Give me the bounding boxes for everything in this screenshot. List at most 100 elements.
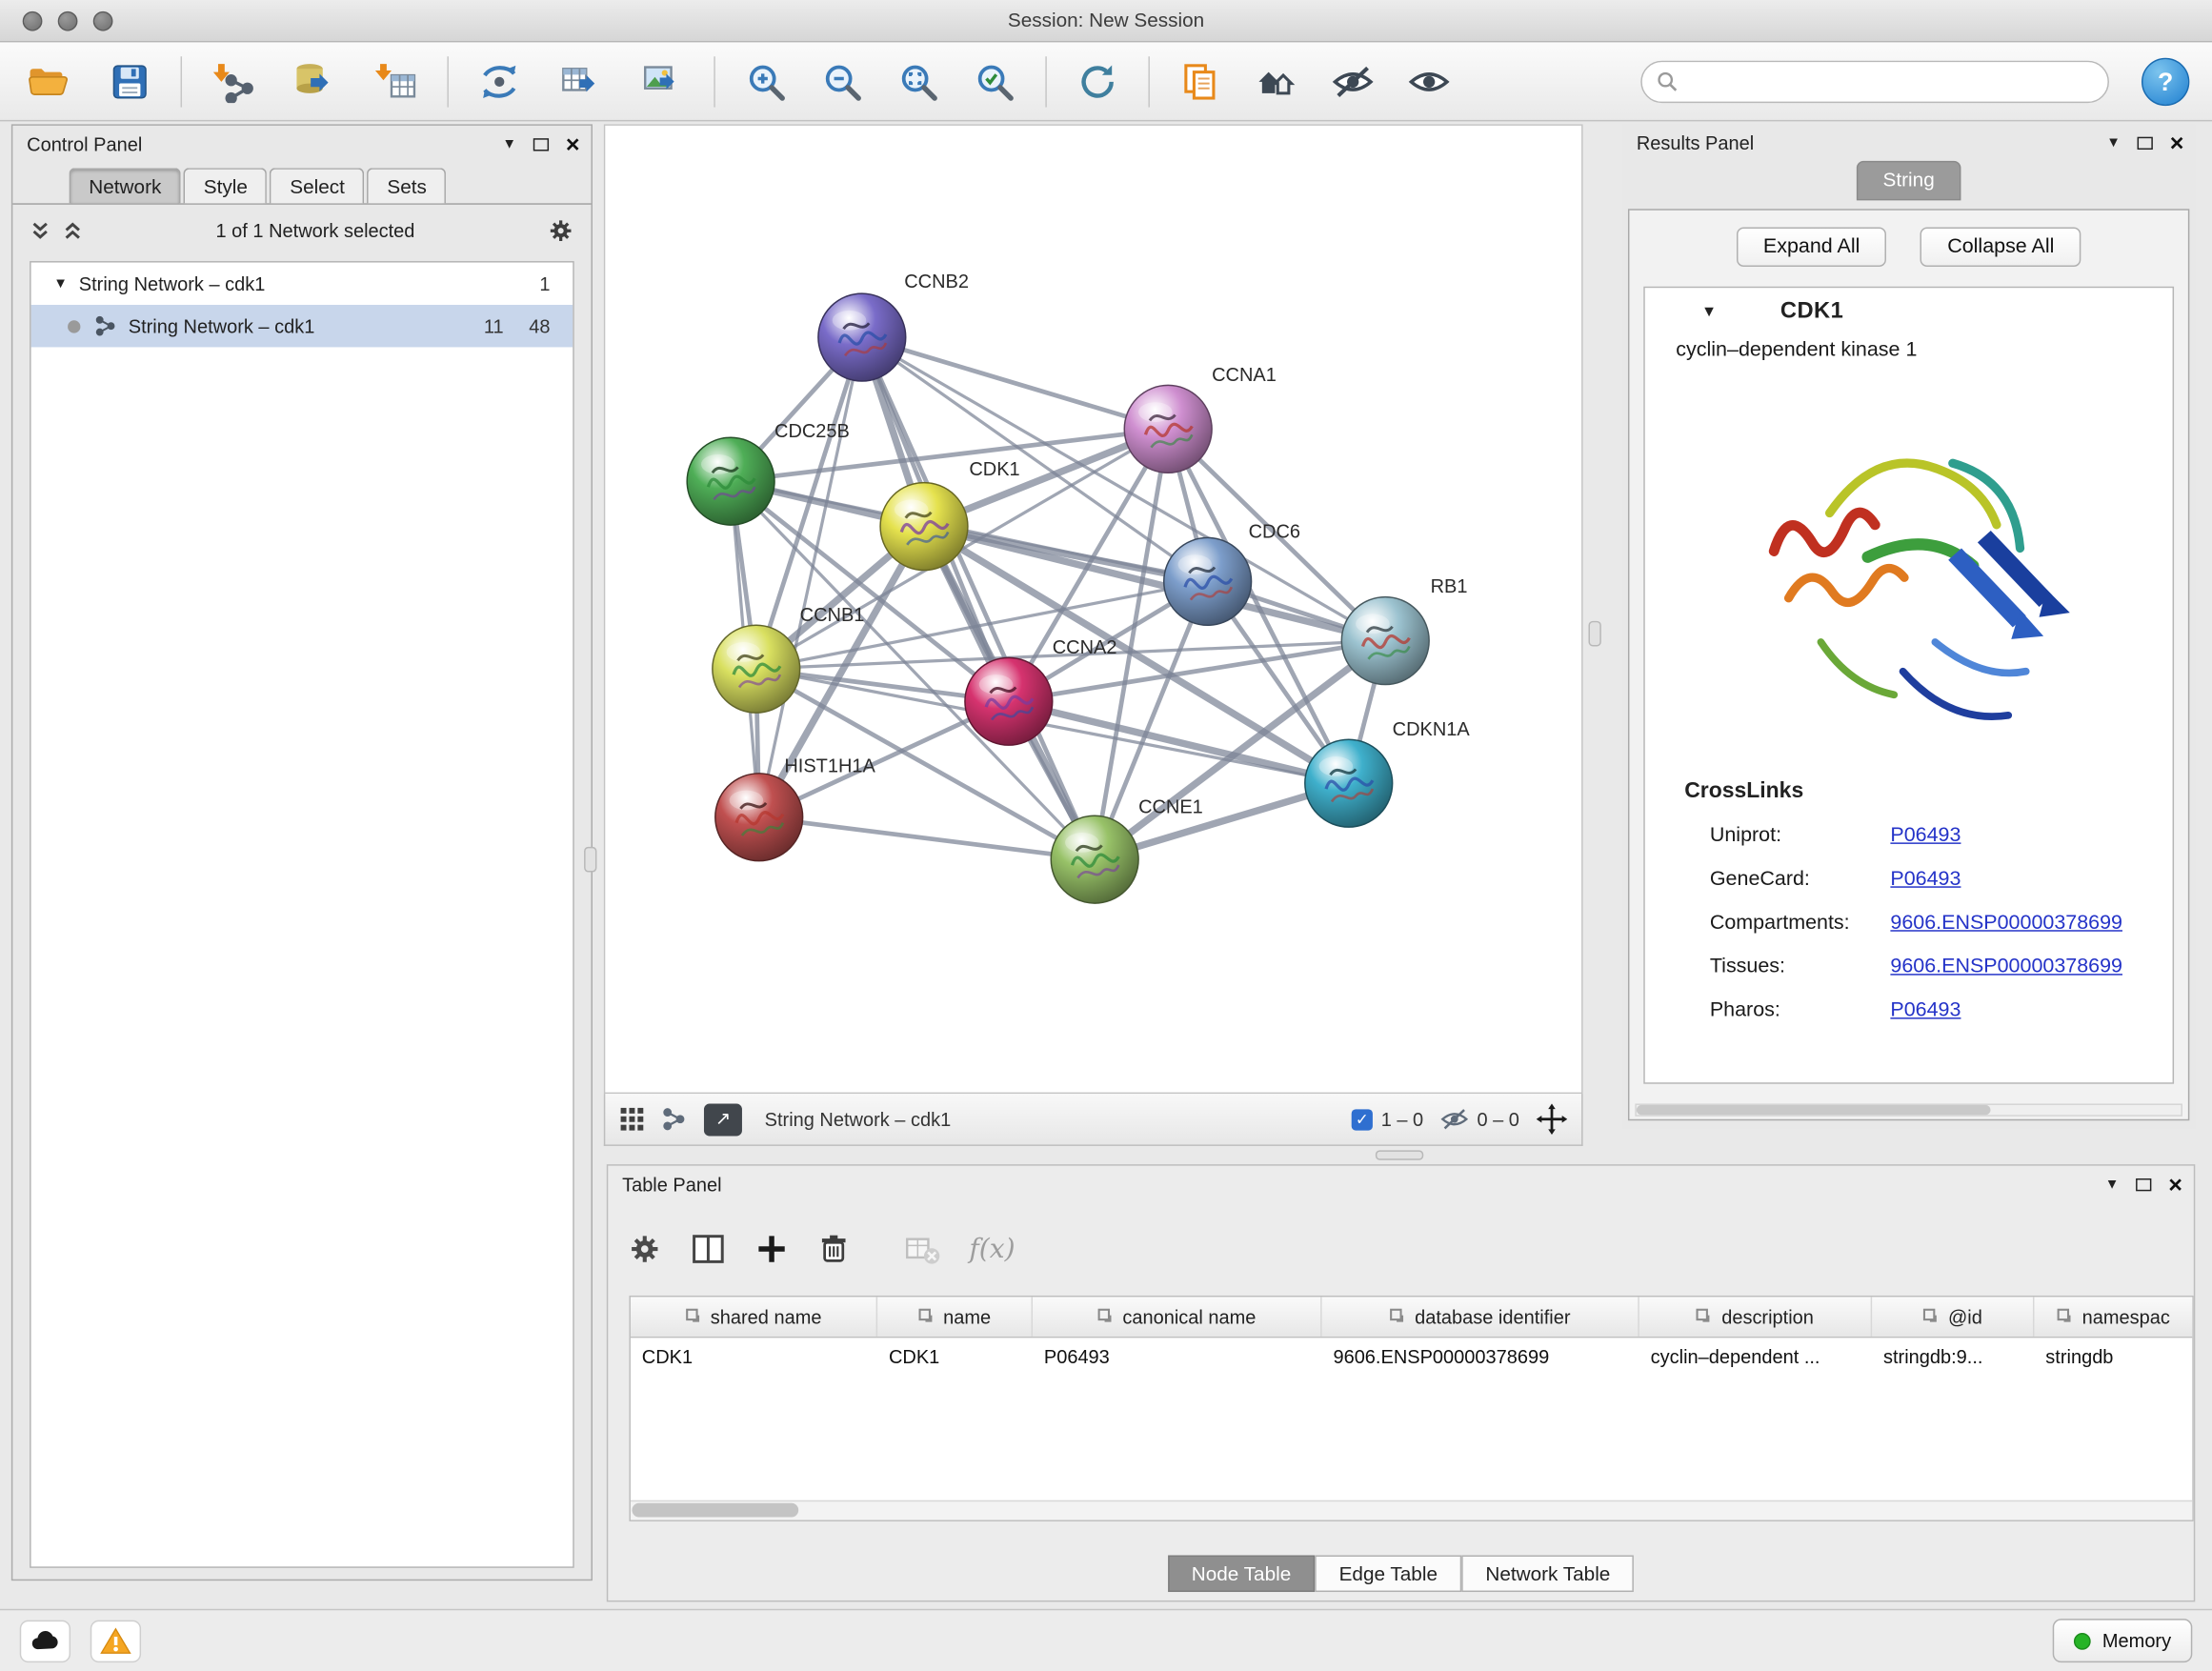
hidden-eye-slash-icon[interactable]: [1440, 1105, 1469, 1134]
import-table-button[interactable]: [369, 50, 425, 112]
tab-node-table[interactable]: Node Table: [1168, 1556, 1316, 1593]
tab-string[interactable]: String: [1856, 161, 1961, 200]
table-cell[interactable]: P06493: [1033, 1338, 1322, 1376]
crosslink-label: Compartments:: [1710, 911, 1891, 934]
control-panel: Control Panel ▼ × Network Style Select S…: [11, 124, 593, 1580]
import-network-icon: [211, 60, 253, 102]
home-button[interactable]: [1249, 50, 1305, 112]
tab-edge-table[interactable]: Edge Table: [1315, 1556, 1461, 1593]
tab-network-table[interactable]: Network Table: [1461, 1556, 1634, 1593]
splitter-handle[interactable]: [584, 847, 596, 873]
network-node-HIST1H1A[interactable]: HIST1H1A: [715, 755, 876, 860]
network-canvas[interactable]: CCNB2CCNA1CDC25BCDK1CDC6RB1CCNB1CCNA2CDK…: [604, 124, 1583, 1094]
network-node-CDC6[interactable]: CDC6: [1164, 521, 1300, 625]
open-session-button[interactable]: [20, 50, 76, 112]
crosslink-link[interactable]: 9606.ENSP00000378699: [1890, 911, 2122, 934]
refresh-button[interactable]: [1070, 50, 1126, 112]
import-network-database-button[interactable]: [287, 50, 343, 112]
tab-style[interactable]: Style: [184, 168, 268, 203]
table-cell[interactable]: cyclin–dependent ...: [1639, 1338, 1872, 1376]
export-image-button[interactable]: [634, 50, 691, 112]
add-column-icon[interactable]: [754, 1232, 789, 1266]
gene-collapse-icon[interactable]: ▼: [1701, 304, 1717, 321]
crosslink-link[interactable]: P06493: [1890, 867, 1961, 890]
network-node-CDK1[interactable]: CDK1: [880, 459, 1020, 570]
network-node-CDKN1A[interactable]: CDKN1A: [1305, 719, 1471, 827]
splitter-handle[interactable]: [1588, 621, 1600, 647]
panel-close-icon[interactable]: ×: [2170, 134, 2184, 150]
save-session-button[interactable]: [102, 50, 158, 112]
pan-crosshair-icon[interactable]: [1537, 1103, 1568, 1135]
zoom-fit-button[interactable]: [890, 50, 946, 112]
memory-button[interactable]: Memory: [2053, 1619, 2192, 1662]
tab-network[interactable]: Network: [70, 168, 182, 203]
network-options-gear-icon[interactable]: [548, 216, 574, 243]
delete-column-trash-icon[interactable]: [816, 1232, 851, 1266]
zoom-in-button[interactable]: [738, 50, 794, 112]
table-cell[interactable]: 9606.ENSP00000378699: [1322, 1338, 1639, 1376]
results-horizontal-scrollbar[interactable]: [1635, 1103, 2182, 1116]
panel-menu-icon[interactable]: ▼: [502, 136, 516, 151]
panel-float-icon[interactable]: [533, 137, 549, 150]
grid-view-icon[interactable]: [619, 1106, 645, 1132]
panel-menu-icon[interactable]: ▼: [2105, 1177, 2120, 1192]
column-header[interactable]: name: [877, 1297, 1033, 1336]
network-node-RB1[interactable]: RB1: [1341, 576, 1467, 684]
panel-close-icon[interactable]: ×: [2168, 1177, 2182, 1192]
function-builder-icon[interactable]: f(x): [969, 1234, 1015, 1265]
warnings-button[interactable]: [90, 1621, 141, 1662]
selected-nodes-checkbox-icon[interactable]: ✓: [1352, 1109, 1373, 1130]
delete-table-icon[interactable]: [904, 1231, 941, 1268]
collapse-all-button[interactable]: Collapse All: [1920, 228, 2081, 267]
column-header[interactable]: database identifier: [1322, 1297, 1639, 1336]
collapse-all-icon[interactable]: [30, 219, 50, 240]
network-collection-row[interactable]: ▼ String Network – cdk1 1: [31, 263, 573, 305]
expand-all-button[interactable]: Expand All: [1737, 228, 1887, 267]
crosslink-link[interactable]: P06493: [1890, 823, 1961, 846]
expand-all-icon[interactable]: [62, 219, 83, 240]
duplicate-button[interactable]: [1173, 50, 1229, 112]
zoom-out-button[interactable]: [814, 50, 870, 112]
network-node-CCNA1[interactable]: CCNA1: [1124, 365, 1277, 473]
panel-close-icon[interactable]: ×: [566, 136, 580, 151]
panel-float-icon[interactable]: [2136, 1178, 2151, 1190]
crosslink-link[interactable]: P06493: [1890, 998, 1961, 1021]
tree-expand-icon[interactable]: ▼: [53, 276, 68, 292]
import-network-button[interactable]: [205, 50, 261, 112]
splitter-handle[interactable]: [1376, 1150, 1423, 1159]
svg-text:CDC25B: CDC25B: [774, 421, 850, 442]
search-box[interactable]: [1640, 61, 2109, 103]
panel-menu-icon[interactable]: ▼: [2106, 134, 2121, 150]
table-cell[interactable]: CDK1: [877, 1338, 1033, 1376]
hide-details-button[interactable]: [1325, 50, 1381, 112]
zoom-selected-button[interactable]: [966, 50, 1022, 112]
column-header[interactable]: @id: [1872, 1297, 2034, 1336]
memory-status-dot: [2074, 1632, 2091, 1649]
column-header[interactable]: namespac: [2034, 1297, 2192, 1336]
column-header[interactable]: canonical name: [1033, 1297, 1322, 1336]
panel-float-icon[interactable]: [2138, 136, 2153, 149]
new-network-from-selection-button[interactable]: [472, 50, 528, 112]
column-header[interactable]: description: [1639, 1297, 1872, 1336]
export-table-button[interactable]: [553, 50, 610, 112]
share-view-icon[interactable]: [662, 1106, 688, 1132]
select-columns-icon[interactable]: [690, 1231, 727, 1268]
table-row[interactable]: CDK1 CDK1 P06493 9606.ENSP00000378699 cy…: [631, 1338, 2192, 1376]
tab-sets[interactable]: Sets: [368, 168, 447, 203]
table-cell[interactable]: stringdb: [2034, 1338, 2192, 1376]
network-graph[interactable]: CCNB2CCNA1CDC25BCDK1CDC6RB1CCNB1CCNA2CDK…: [605, 126, 1584, 1096]
help-button[interactable]: ?: [2142, 58, 2189, 106]
search-input[interactable]: [1679, 70, 2093, 93]
table-cell[interactable]: CDK1: [631, 1338, 877, 1376]
network-row[interactable]: String Network – cdk1 11 48: [31, 305, 573, 347]
cloud-button[interactable]: [20, 1621, 70, 1662]
crosslink-link[interactable]: 9606.ENSP00000378699: [1890, 955, 2122, 977]
table-settings-gear-icon[interactable]: [628, 1232, 662, 1266]
table-cell[interactable]: stringdb:9...: [1872, 1338, 2034, 1376]
birdseye-view-icon[interactable]: ↗: [704, 1103, 742, 1136]
column-header[interactable]: shared name: [631, 1297, 877, 1336]
tab-select[interactable]: Select: [271, 168, 365, 203]
show-details-button[interactable]: [1401, 50, 1458, 112]
table-horizontal-scrollbar[interactable]: [631, 1500, 2192, 1520]
network-node-CCNB1[interactable]: CCNB1: [713, 605, 865, 713]
